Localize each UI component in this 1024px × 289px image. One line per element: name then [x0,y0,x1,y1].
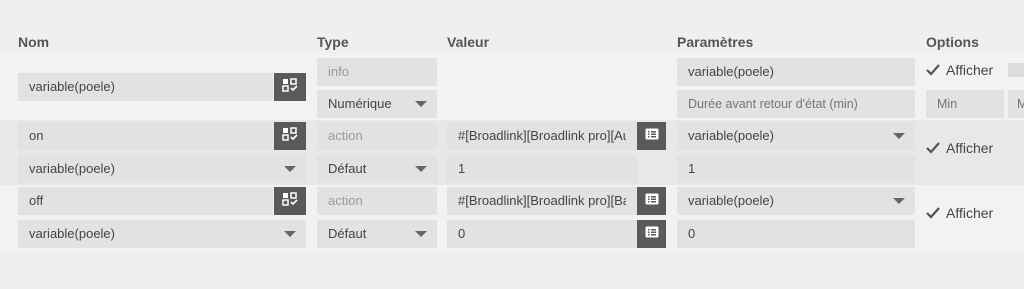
min-input[interactable] [926,90,1004,118]
chevron-down-icon [415,166,427,172]
off-valeur2-input[interactable] [447,220,637,248]
on-param-select[interactable]: variable(poele) [677,122,915,150]
return-delay-input[interactable] [677,90,915,118]
on-name-input[interactable] [18,122,273,150]
info-show-label: Afficher [946,62,994,78]
list-icon [645,192,659,210]
info-show-checkbox[interactable]: Afficher [926,62,993,78]
off-param-value-input[interactable] [677,220,915,248]
on-configure-button[interactable] [274,122,306,150]
off-type-field: action [317,187,437,215]
configure-icon [282,126,298,146]
header-nom: Nom [18,34,50,50]
on-value-command-select[interactable]: variable(poele) [18,155,306,183]
chevron-down-icon [284,231,296,237]
info-subtype-select[interactable]: Numérique [317,90,437,118]
off-param-select-value: variable(poele) [688,193,774,208]
check-icon [926,142,940,154]
on-type-field: action [317,122,437,150]
off-valeur-list-button[interactable] [637,187,666,215]
off-configure-button[interactable] [274,187,306,215]
check-icon [926,64,940,76]
off-show-label: Afficher [946,205,994,221]
on-param-select-value: variable(poele) [688,128,774,143]
chevron-down-icon [893,133,905,139]
chevron-down-icon [893,198,905,204]
on-show-checkbox[interactable]: Afficher [926,140,993,156]
on-param-value-input[interactable] [677,155,915,183]
on-subtype-value: Défaut [328,161,367,176]
info-extra-checkbox[interactable] [1008,63,1024,77]
off-subtype-value: Défaut [328,226,367,241]
on-subtype-select[interactable]: Défaut [317,155,437,183]
on-valeur2-input[interactable] [447,155,637,183]
header-type: Type [317,34,349,50]
chevron-down-icon [415,231,427,237]
off-valeur2-list-button[interactable] [637,220,666,248]
off-show-checkbox[interactable]: Afficher [926,205,993,221]
off-value-command-value: variable(poele) [29,226,115,241]
info-subtype-value: Numérique [328,96,392,111]
on-valeur-input[interactable] [447,122,637,150]
on-value-command-value: variable(poele) [29,161,115,176]
configure-icon [282,191,298,211]
off-value-command-select[interactable]: variable(poele) [18,220,306,248]
list-icon [645,127,659,145]
chevron-down-icon [415,101,427,107]
check-icon [926,207,940,219]
info-configure-button[interactable] [274,73,306,101]
off-param-select[interactable]: variable(poele) [677,187,915,215]
header-options: Options [926,34,979,50]
off-name-input[interactable] [18,187,273,215]
info-name-input[interactable] [18,73,273,101]
info-param-name-input[interactable] [677,58,915,86]
off-subtype-select[interactable]: Défaut [317,220,437,248]
chevron-down-icon [284,166,296,172]
info-type-field: info [317,58,437,86]
max-input[interactable] [1008,90,1024,118]
on-show-label: Afficher [946,140,994,156]
header-parametres: Paramètres [677,34,754,50]
header-valeur: Valeur [447,34,490,50]
list-icon [645,225,659,243]
on-valeur-list-button[interactable] [637,122,666,150]
configure-icon [282,77,298,97]
off-valeur-input[interactable] [447,187,637,215]
